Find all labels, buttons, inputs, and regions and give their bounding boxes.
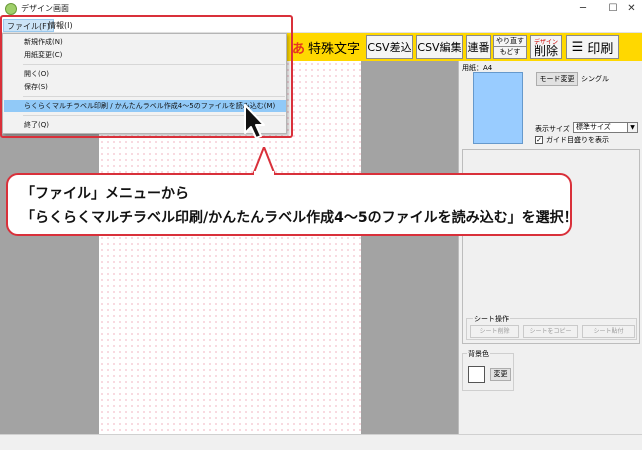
print-button[interactable]: ☰ 印刷 (566, 35, 619, 59)
delete-design-button[interactable]: デザイン 削除 (530, 35, 562, 59)
sheet-operations-title: シート操作 (473, 314, 510, 324)
paper-preview (473, 72, 523, 144)
guide-label: ガイド目盛りを表示 (546, 136, 609, 144)
csv-edit-button[interactable]: CSV編集 (416, 35, 463, 59)
special-char-label: 特殊文字 (308, 41, 361, 57)
window-title: デザイン画面 (21, 4, 69, 13)
print-label: 印刷 (587, 41, 614, 57)
redo-undo-group: やり直す もどす (493, 35, 527, 59)
delete-label: 削除 (533, 44, 558, 58)
instruction-callout: 「ファイル」メニューから 「らくらくマルチラベル印刷/かんたんラベル作成4～5の… (6, 173, 578, 236)
minimize-button[interactable]: ─ (568, 0, 598, 18)
serial-number-button[interactable]: 連番 (466, 35, 491, 59)
chevron-down-icon: ▼ (627, 123, 637, 132)
callout-line-1: 「ファイル」メニューから (21, 186, 189, 202)
sheet-delete-button[interactable]: シート削除 (470, 325, 519, 338)
background-color-swatch (468, 366, 485, 383)
sheet-paste-button[interactable]: シート貼付 (582, 325, 635, 338)
app-icon (5, 3, 17, 15)
undo-button[interactable]: もどす (494, 47, 526, 58)
display-size-value: 標準サイズ (576, 123, 611, 131)
printer-icon: ☰ (571, 39, 584, 55)
display-size-select[interactable]: 標準サイズ ▼ (573, 122, 638, 133)
background-change-button[interactable]: 変更 (490, 368, 511, 381)
special-char-icon: あ (291, 41, 305, 57)
sheet-operations-group: シート操作 シート削除 シートをコピー シート貼付 (466, 314, 637, 340)
sheet-copy-button[interactable]: シートをコピー (523, 325, 578, 338)
special-char-button[interactable]: あ 特殊文字 (289, 35, 363, 59)
mode-value: シングル (581, 75, 609, 83)
background-color-title: 背景色 (467, 349, 490, 359)
properties-panel: 用紙：A4 モード変更 シングル 表示サイズ 標準サイズ ▼ ✓ ガイド目盛りを… (458, 61, 642, 434)
mouse-pointer-icon (244, 104, 265, 139)
callout-line-2: 「らくらくマルチラベル印刷/かんたんラベル作成4～5のファイルを読み込む」を選択… (21, 210, 578, 226)
csv-insert-button[interactable]: CSV差込 (366, 35, 413, 59)
redo-button[interactable]: やり直す (494, 36, 526, 47)
background-color-group: 背景色 変更 (462, 349, 514, 391)
guide-checkbox[interactable]: ✓ (535, 136, 543, 144)
status-bar (0, 434, 642, 450)
close-button[interactable]: ✕ (621, 0, 642, 18)
display-size-label: 表示サイズ (535, 125, 570, 133)
mode-change-button[interactable]: モード変更 (536, 72, 578, 86)
callout-tail-joint (254, 171, 274, 175)
